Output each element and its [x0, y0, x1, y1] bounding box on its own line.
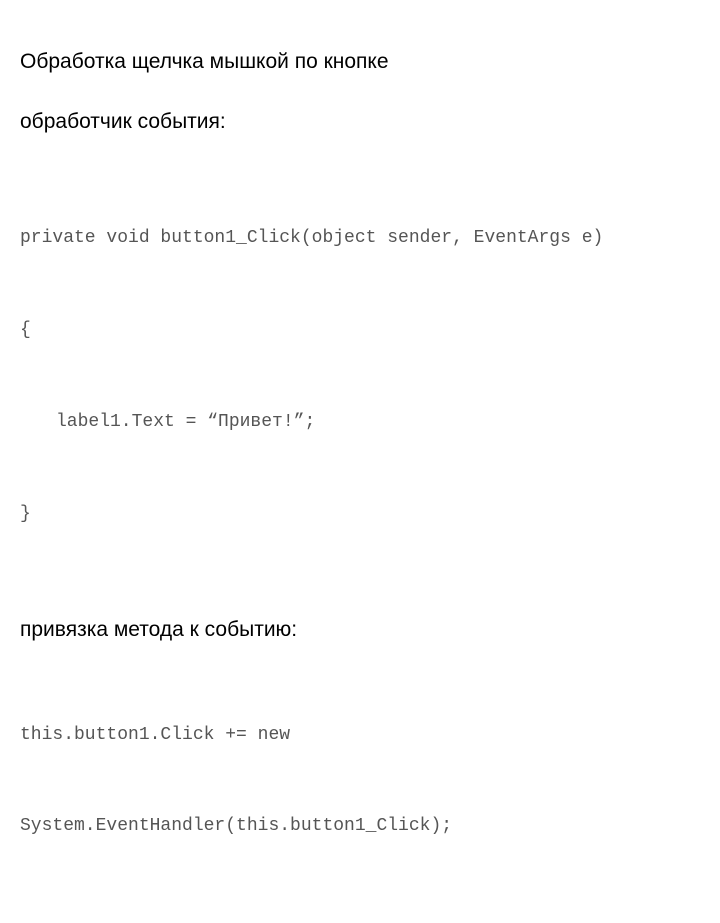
code-line: { [20, 315, 700, 346]
section-label-binding: привязка метода к событию: [20, 618, 700, 642]
section-label-handler: обработчик события: [20, 110, 700, 134]
code-line: private void button1_Click(object sender… [20, 223, 700, 254]
code-line: label1.Text = “Привет!”; [20, 407, 700, 438]
code-block-handler: private void button1_Click(object sender… [20, 162, 700, 590]
code-line: this.button1.Click += new [20, 720, 700, 751]
slide-title: Обработка щелчка мышкой по кнопке [20, 50, 700, 74]
code-block-binding: this.button1.Click += new System.EventHa… [20, 658, 700, 903]
slide-content: Обработка щелчка мышкой по кнопке обрабо… [0, 0, 720, 923]
code-line: System.EventHandler(this.button1_Click); [20, 811, 700, 842]
code-line: } [20, 499, 700, 530]
